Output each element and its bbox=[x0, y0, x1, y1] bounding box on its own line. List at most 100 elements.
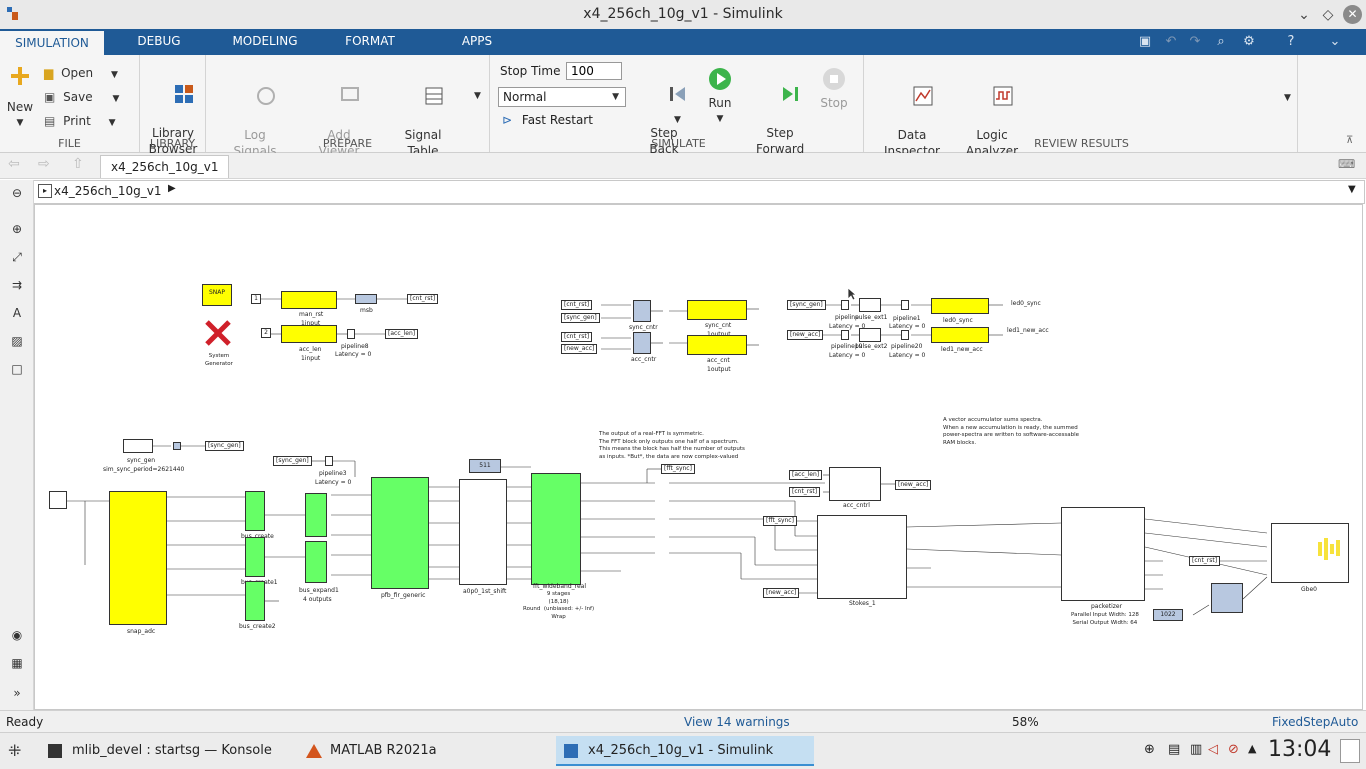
fft-sync-from-tag[interactable]: [fft_sync] bbox=[763, 516, 797, 526]
show-desktop-icon[interactable] bbox=[1340, 739, 1360, 763]
close-icon[interactable]: ✕ bbox=[1343, 5, 1362, 24]
taskbar-item-matlab[interactable]: MATLAB R2021a bbox=[298, 736, 554, 766]
bus-create1-block[interactable] bbox=[245, 537, 265, 577]
new-acc-goto-tag[interactable]: [new_acc] bbox=[895, 480, 932, 490]
stop-button[interactable]: Stop bbox=[816, 67, 852, 111]
acc-len-block[interactable] bbox=[281, 325, 337, 343]
quick-save-icon[interactable]: ▣ bbox=[1136, 33, 1154, 51]
sync-gen-from-tag-3[interactable]: [sync_gen] bbox=[273, 456, 312, 466]
cnt-rst-from-tag-2[interactable]: [cnt_rst] bbox=[561, 332, 593, 342]
minimize-icon[interactable]: ⌄ bbox=[1294, 5, 1314, 25]
acc-len-goto-tag[interactable]: [acc_len] bbox=[385, 329, 419, 339]
bus-expand1-block[interactable] bbox=[305, 541, 327, 583]
storage-tray-icon[interactable]: ▥ bbox=[1190, 742, 1202, 757]
review-gallery-expand-icon[interactable]: ▼ bbox=[1284, 93, 1291, 103]
breadcrumb-chevron-icon[interactable]: ▶ bbox=[168, 183, 176, 194]
system-clock[interactable]: 13:04 bbox=[1268, 737, 1331, 762]
maximize-icon[interactable]: ◇ bbox=[1318, 5, 1338, 25]
pulse-ext1-block[interactable] bbox=[859, 298, 881, 312]
scope-source-block[interactable] bbox=[49, 491, 67, 509]
simulation-mode-select[interactable]: Normal ▼ bbox=[498, 87, 626, 107]
cnt-rst-goto-tag[interactable]: [cnt_rst] bbox=[407, 294, 439, 304]
acc-cntr-block[interactable] bbox=[633, 332, 651, 354]
up-arrow-icon[interactable]: ⇧ bbox=[72, 156, 84, 172]
new-acc-from-tag-1[interactable]: [new_acc] bbox=[561, 344, 598, 354]
pipeline20-block[interactable] bbox=[901, 330, 909, 340]
pipeline19-block[interactable] bbox=[841, 330, 849, 340]
search-icon[interactable]: ⌕ bbox=[1212, 33, 1230, 51]
stokes-block[interactable] bbox=[817, 515, 907, 599]
ribbon-options-icon[interactable]: ⚙ bbox=[1240, 33, 1258, 51]
pipeline-block[interactable] bbox=[841, 300, 849, 310]
tab-simulation[interactable]: SIMULATION bbox=[0, 29, 104, 55]
model-canvas[interactable]: SNAP System Generator 1 man_rst 1input m… bbox=[34, 204, 1363, 710]
tray-expand-icon[interactable]: ▲ bbox=[1248, 742, 1256, 755]
ribbon-minimize-icon[interactable]: ⊼ bbox=[1346, 135, 1353, 146]
fit-to-view-icon[interactable]: ⤢ bbox=[8, 248, 26, 266]
explorer-bar-icon[interactable]: ⌨ bbox=[1338, 157, 1355, 171]
sync-cntr-block[interactable] bbox=[633, 300, 651, 322]
clipboard-tray-icon[interactable]: ▤ bbox=[1168, 742, 1180, 757]
model-browser-icon[interactable]: ▦ bbox=[8, 654, 26, 672]
cnt-rst-from-tag-1[interactable]: [cnt_rst] bbox=[561, 300, 593, 310]
sync-gen-reinterpret-block[interactable] bbox=[173, 442, 181, 450]
help-icon[interactable]: ? bbox=[1282, 33, 1300, 51]
const-2-block[interactable]: 2 bbox=[261, 328, 271, 338]
led1-new-acc-block[interactable] bbox=[931, 327, 989, 343]
view-warnings-link[interactable]: View 14 warnings bbox=[684, 711, 790, 733]
run-button[interactable]: Run ▼ bbox=[702, 67, 738, 127]
address-dropdown-icon[interactable]: ▼ bbox=[1348, 184, 1356, 195]
notifications-icon[interactable]: ⊘ bbox=[1228, 742, 1239, 757]
annotation-icon[interactable]: A bbox=[8, 304, 26, 322]
pfb-fir-generic-block[interactable] bbox=[371, 477, 429, 589]
sync-gen-block[interactable] bbox=[123, 439, 153, 453]
new-acc-from-tag-2[interactable]: [new_acc] bbox=[787, 330, 824, 340]
step-back-dropdown-icon[interactable]: ▼ bbox=[674, 115, 681, 125]
new-dropdown-icon[interactable]: ▼ bbox=[4, 115, 36, 131]
packetizer-block[interactable] bbox=[1061, 507, 1145, 601]
app-launcher-icon[interactable]: ⁜ bbox=[8, 741, 21, 760]
acc-cnt-block[interactable] bbox=[687, 335, 747, 355]
new-acc-from-tag-3[interactable]: [new_acc] bbox=[763, 588, 800, 598]
acc-len-from-tag[interactable]: [acc_len] bbox=[789, 470, 823, 480]
msb-block[interactable] bbox=[355, 294, 377, 304]
tab-debug[interactable]: DEBUG bbox=[130, 29, 188, 55]
zoom-icon[interactable]: ⊕ bbox=[8, 220, 26, 238]
fft-wideband-real-block[interactable] bbox=[531, 473, 581, 585]
tab-format[interactable]: FORMAT bbox=[340, 29, 400, 55]
screenshot-icon[interactable]: ◉ bbox=[8, 626, 26, 644]
taskbar-item-konsole[interactable]: mlib_devel : startsg — Konsole bbox=[40, 736, 294, 766]
forward-arrow-icon[interactable]: ⇨ bbox=[38, 156, 50, 172]
sync-cnt-block[interactable] bbox=[687, 300, 747, 320]
undo-icon[interactable]: ↶ bbox=[1162, 33, 1180, 51]
pipeline1-block[interactable] bbox=[901, 300, 909, 310]
hide-explorer-icon[interactable]: ⊖ bbox=[8, 184, 26, 202]
cnt-rst-from-tag-4[interactable]: [cnt_rst] bbox=[1189, 556, 1221, 566]
network-tray-icon[interactable]: ⊕ bbox=[1144, 742, 1155, 757]
const-1-block[interactable]: 1 bbox=[251, 294, 261, 304]
a0p0-1st-shift-block[interactable] bbox=[459, 479, 507, 585]
fft-sync-goto-tag[interactable]: [fft_sync] bbox=[661, 464, 695, 474]
redo-icon[interactable]: ↷ bbox=[1186, 33, 1204, 51]
area-icon[interactable]: □ bbox=[8, 360, 26, 378]
back-arrow-icon[interactable]: ⇦ bbox=[8, 156, 20, 172]
snap-block[interactable]: SNAP bbox=[202, 284, 232, 306]
run-dropdown-icon[interactable]: ▼ bbox=[702, 111, 738, 127]
relational-block[interactable] bbox=[1211, 583, 1243, 613]
bus-create-block[interactable] bbox=[245, 491, 265, 531]
solver-link[interactable]: FixedStepAuto bbox=[1272, 711, 1358, 733]
stop-time-input[interactable] bbox=[566, 62, 622, 80]
pipeline3-block[interactable] bbox=[325, 456, 333, 466]
snap-adc-block[interactable] bbox=[109, 491, 167, 625]
tab-apps[interactable]: APPS bbox=[452, 29, 502, 55]
new-button[interactable]: New ▼ bbox=[4, 65, 36, 131]
save-dropdown-icon[interactable]: ▼ bbox=[112, 94, 119, 104]
open-dropdown-icon[interactable]: ▼ bbox=[111, 70, 118, 80]
ribbon-collapse-icon[interactable]: ⌄ bbox=[1326, 33, 1344, 51]
tab-modeling[interactable]: MODELING bbox=[228, 29, 302, 55]
cnt-rst-from-tag-3[interactable]: [cnt_rst] bbox=[789, 487, 821, 497]
gbe0-block[interactable] bbox=[1271, 523, 1349, 583]
const-1022-block[interactable]: 1022 bbox=[1153, 609, 1183, 621]
acc-cntrl-block[interactable] bbox=[829, 467, 881, 501]
prepare-gallery-expand-icon[interactable]: ▼ bbox=[474, 91, 481, 101]
